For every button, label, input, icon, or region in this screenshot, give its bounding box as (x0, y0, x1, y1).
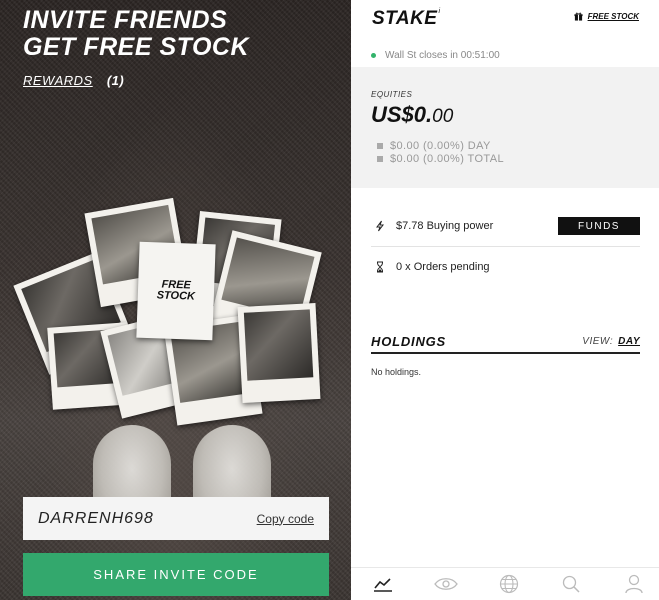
holdings-view: VIEW: DAY (582, 336, 640, 347)
hourglass-icon (377, 261, 383, 273)
copy-code-link[interactable]: Copy code (257, 512, 314, 526)
rewards-count: (1) (106, 73, 125, 88)
logo-mark: i (438, 7, 441, 15)
free-stock-link[interactable]: FREE STOCK (574, 12, 639, 21)
equities-card: EQUITIES US$0.00 $0.00 (0.00%) DAY $0.00… (351, 67, 659, 188)
invite-panel: INVITE FRIENDS GET FREE STOCK REWARDS (1… (0, 0, 351, 600)
total-change: $0.00 (0.00%) TOTAL (390, 153, 504, 165)
polaroid-photos-image: FREE STOCK (13, 195, 330, 430)
orders-row[interactable]: 0 x Orders pending (371, 247, 640, 287)
invite-title-line2: GET FREE STOCK (23, 33, 250, 61)
day-change-row: $0.00 (0.00%) DAY (371, 140, 639, 152)
market-status: Wall St closes in 00:51:00 (371, 50, 500, 61)
view-day-toggle[interactable]: DAY (618, 336, 640, 347)
equities-label: EQUITIES (371, 90, 413, 99)
portfolio-panel: STAKEi FREE STOCK Wall St closes in 00:5… (351, 0, 659, 600)
rewards-link[interactable]: REWARDS (23, 73, 93, 88)
funds-button[interactable]: FUNDS (558, 217, 640, 235)
free-stock-card-text: FREE STOCK (156, 278, 196, 303)
rewards: REWARDS (1) (23, 73, 124, 88)
total-change-row: $0.00 (0.00%) TOTAL (371, 153, 639, 165)
invite-title: INVITE FRIENDS GET FREE STOCK (23, 7, 249, 61)
market-open-indicator (371, 53, 376, 58)
invite-title-line1: INVITE FRIENDS (23, 6, 228, 34)
bolt-icon (376, 220, 384, 232)
equities-changes: $0.00 (0.00%) DAY $0.00 (0.00%) TOTAL (371, 140, 639, 165)
equities-value-cents: 00 (432, 106, 454, 127)
free-stock-card: FREE STOCK (136, 241, 216, 341)
top-bar: STAKEi FREE STOCK (351, 0, 659, 40)
bottom-nav (351, 567, 659, 600)
equities-value-main: US$0. (371, 102, 433, 127)
market-status-text: Wall St closes in 00:51:00 (385, 50, 500, 61)
holdings-header: HOLDINGS VIEW: DAY (371, 330, 640, 354)
orders-pending-text: 0 x Orders pending (396, 261, 490, 273)
free-stock-label: FREE STOCK (587, 12, 639, 21)
profile-icon (625, 574, 643, 594)
buying-power-row: $7.78 Buying power FUNDS (371, 206, 640, 246)
day-change-marker (377, 143, 383, 149)
nav-watchlist[interactable] (433, 572, 458, 596)
nav-profile[interactable] (622, 572, 646, 596)
view-label: VIEW: (582, 335, 614, 347)
day-change: $0.00 (0.00%) DAY (390, 140, 491, 152)
invite-code-box: DARRENH698 Copy code (23, 497, 329, 540)
no-holdings-text: No holdings. (371, 367, 422, 377)
buying-power-text: $7.78 Buying power (396, 220, 494, 232)
nav-discover[interactable] (497, 572, 521, 596)
search-icon (563, 575, 580, 593)
stake-logo: STAKEi (372, 8, 441, 30)
logo-text: STAKE (372, 8, 438, 29)
nav-search[interactable] (559, 572, 583, 596)
total-change-marker (377, 156, 383, 162)
gift-icon (574, 12, 583, 21)
share-invite-code-button[interactable]: SHARE INVITE CODE (23, 553, 329, 596)
eye-icon (433, 578, 458, 590)
invite-code: DARRENH698 (38, 509, 154, 527)
equities-value: US$0.00 (371, 102, 639, 128)
chart-icon (374, 578, 392, 592)
nav-portfolio[interactable] (371, 572, 395, 596)
globe-icon (499, 574, 518, 594)
holdings-title: HOLDINGS (371, 333, 447, 349)
polaroid-photo (237, 303, 321, 403)
